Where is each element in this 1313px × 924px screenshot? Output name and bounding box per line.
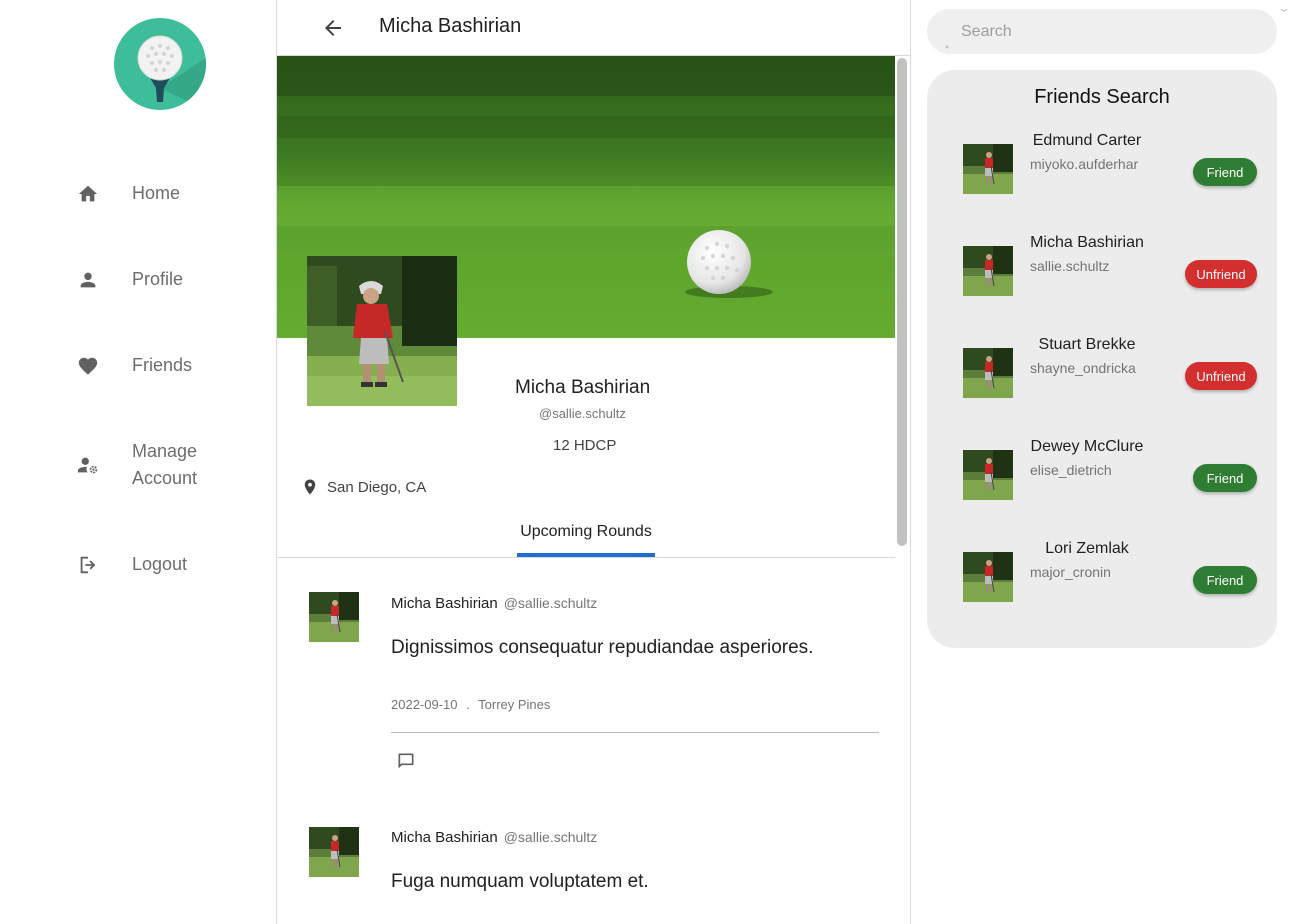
top-bar: Micha Bashirian [277, 0, 910, 56]
sidebar-item-label: Profile [132, 269, 184, 289]
friend-username: shayne_ondricka [1030, 360, 1136, 376]
post-author-name: Micha Bashirian [391, 829, 498, 846]
logout-icon [76, 553, 100, 577]
post-divider [391, 732, 879, 733]
golfer-avatar-image [963, 246, 1013, 296]
sidebar-item-label: Friends [132, 355, 193, 375]
post-author-handle: @sallie.schultz [503, 595, 598, 611]
post-body: Fuga numquam voluptatem et. [391, 871, 649, 892]
scrollbar-thumb[interactable] [897, 58, 907, 546]
golfer-avatar-image [963, 552, 1013, 602]
post-author: Micha Bashirian @sallie.schultz [391, 595, 597, 612]
search-input[interactable] [961, 20, 1261, 44]
profile-handicap: 12 HDCP [553, 437, 617, 454]
sidebar-item-manage-account[interactable]: Manage Account [76, 438, 197, 492]
avatar [963, 246, 1013, 296]
post-item: Micha Bashirian @sallie.schultz Dignissim… [277, 558, 895, 798]
post-body: Dignissimos consequatur repudiandae aspe… [391, 637, 814, 658]
sidebar-item-friends[interactable]: Friends [76, 352, 192, 379]
avatar [963, 450, 1013, 500]
friend-row: Micha Bashirian sallie.schultz Unfriend [927, 222, 1277, 324]
app-logo [114, 18, 206, 110]
friend-username: miyoko.aufderhar [1030, 156, 1139, 172]
home-icon [76, 182, 100, 206]
avatar [309, 592, 359, 642]
post-date: 2022-09-10 [391, 697, 458, 712]
sidebar-item-logout[interactable]: Logout [76, 551, 187, 578]
friend-name: Edmund Carter [1032, 132, 1142, 149]
post-meta: 2022-09-10 . Torrey Pines [391, 697, 550, 712]
friend-username: major_cronin [1030, 564, 1111, 580]
golfer-avatar-image [309, 827, 359, 877]
post-author-name: Micha Bashirian [391, 595, 498, 612]
friend-username: elise_dietrich [1030, 462, 1112, 478]
comment-button[interactable] [396, 751, 416, 771]
panel-title: Friends Search [1034, 86, 1170, 108]
profile-location: San Diego, CA [301, 476, 426, 498]
friend-button[interactable]: Friend [1193, 464, 1257, 492]
sidebar-item-home[interactable]: Home [76, 180, 180, 207]
location-pin-icon [304, 479, 316, 495]
avatar [309, 827, 359, 877]
post-author: Micha Bashirian @sallie.schultz [391, 829, 597, 846]
friend-name: Lori Zemlak [1045, 540, 1129, 557]
sidebar-item-label: Home [132, 183, 181, 203]
corner-mark [1279, 0, 1289, 12]
friend-button[interactable]: Friend [1193, 158, 1257, 186]
friend-name: Dewey McClure [1030, 438, 1144, 455]
friend-row: Stuart Brekke shayne_ondricka Unfriend [927, 324, 1277, 426]
person-icon [76, 268, 100, 292]
avatar [963, 144, 1013, 194]
friends-search-panel: Friends Search Edmund Carter miyoko.aufd… [927, 70, 1277, 648]
search-bar [927, 9, 1277, 54]
friend-button[interactable]: Friend [1193, 566, 1257, 594]
unfriend-button[interactable]: Unfriend [1185, 362, 1257, 390]
post-author-handle: @sallie.schultz [503, 829, 598, 845]
post-meta-separator: . [466, 697, 470, 712]
golfer-avatar-image [963, 348, 1013, 398]
avatar [963, 348, 1013, 398]
unfriend-button[interactable]: Unfriend [1185, 260, 1257, 288]
friend-row: Dewey McClure elise_dietrich Friend [927, 426, 1277, 528]
search-icon [945, 36, 949, 49]
golf-ball-tee-icon [137, 35, 206, 110]
golfer-avatar-image [963, 144, 1013, 194]
post-item: Micha Bashirian @sallie.schultz Fuga numq… [277, 792, 895, 924]
tab-upcoming-rounds[interactable]: Upcoming Rounds [517, 523, 655, 557]
profile-handle: @sallie.schultz [539, 406, 626, 421]
main-content: Micha Bashirian Micha Bashirian @sallie.… [277, 0, 911, 924]
friend-username: sallie.schultz [1030, 258, 1110, 274]
location-text: San Diego, CA [327, 478, 427, 496]
friend-name: Micha Bashirian [1030, 234, 1144, 251]
heart-icon [76, 354, 100, 378]
sidebar: Home Profile Friends Manage Account Logo… [0, 0, 277, 924]
avatar [963, 552, 1013, 602]
manage-account-icon [76, 453, 100, 477]
friend-row: Lori Zemlak major_cronin Friend [927, 528, 1277, 630]
friend-name: Stuart Brekke [1038, 336, 1136, 353]
profile-photo [307, 256, 457, 406]
sidebar-item-label: Logout [132, 554, 188, 574]
golfer-avatar-image [309, 592, 359, 642]
golfer-avatar-image [963, 450, 1013, 500]
sidebar-item-label: Manage Account [132, 441, 198, 488]
friend-row: Edmund Carter miyoko.aufderhar Friend [927, 120, 1277, 222]
back-button[interactable] [321, 16, 345, 40]
comment-icon [398, 753, 414, 769]
page-title: Micha Bashirian [379, 15, 522, 37]
golfer-photo-image [307, 256, 457, 406]
profile-name: Micha Bashirian [515, 377, 651, 398]
post-course: Torrey Pines [478, 697, 551, 712]
arrow-back-icon [325, 20, 341, 36]
sidebar-item-profile[interactable]: Profile [76, 266, 183, 293]
